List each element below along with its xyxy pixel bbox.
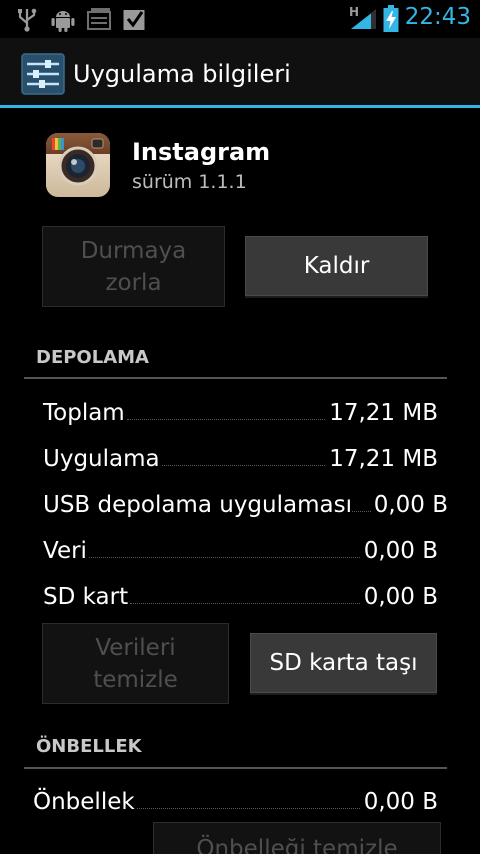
force-stop-label-line1: Durmaya — [80, 237, 187, 264]
instagram-camera-icon — [46, 133, 110, 197]
status-bar: H 22:43 — [0, 0, 480, 38]
leader-dots — [130, 603, 360, 604]
storage-row-label: USB depolama uygulaması — [43, 492, 352, 518]
storage-row-total: Toplam 17,21 MB — [43, 394, 438, 426]
cache-row-label: Önbellek — [33, 789, 135, 815]
clear-cache-button[interactable]: Önbelleği temizle — [153, 822, 441, 854]
storage-row-label: Toplam — [43, 400, 125, 426]
action-bar-accent-line — [0, 105, 480, 108]
cache-row: Önbellek 0,00 B — [33, 783, 438, 815]
gallery-icon — [87, 8, 111, 30]
uninstall-button[interactable]: Kaldır — [245, 236, 428, 296]
app-version: sürüm 1.1.1 — [132, 171, 247, 193]
leader-dots — [351, 511, 371, 512]
clock: 22:43 — [404, 4, 471, 30]
storage-row-value: 0,00 B — [363, 584, 438, 610]
force-stop-label-line2: zorla — [105, 269, 162, 296]
storage-row-sd: SD kart 0,00 B — [43, 578, 438, 610]
cache-divider — [24, 767, 447, 769]
storage-row-value: 0,00 B — [373, 492, 448, 518]
storage-row-label: Veri — [43, 538, 87, 564]
leader-dots — [161, 465, 326, 466]
storage-row-value: 17,21 MB — [329, 400, 438, 426]
clear-cache-label: Önbelleği temizle — [196, 836, 398, 854]
android-debug-icon — [51, 11, 75, 32]
action-bar: Uygulama bilgileri — [0, 38, 480, 107]
settings-sliders-icon[interactable] — [21, 53, 65, 95]
cache-section-header: ÖNBELLEK — [36, 736, 142, 757]
move-to-sd-button[interactable]: SD karta taşı — [250, 633, 437, 693]
storage-row-data: Veri 0,00 B — [43, 532, 438, 564]
storage-row-value: 0,00 B — [363, 538, 438, 564]
storage-section-header: DEPOLAMA — [36, 347, 149, 368]
checkbox-icon — [123, 10, 145, 30]
app-name: Instagram — [132, 138, 271, 166]
storage-row-value: 17,21 MB — [329, 446, 438, 472]
battery-charging-icon — [383, 5, 399, 32]
storage-row-usb: USB depolama uygulaması 0,00 B — [43, 486, 448, 518]
clear-data-button[interactable]: Verileri temizle — [42, 623, 229, 704]
page-title: Uygulama bilgileri — [73, 60, 291, 88]
usb-icon — [18, 8, 37, 32]
move-to-sd-label: SD karta taşı — [269, 650, 418, 676]
leader-dots — [136, 808, 360, 809]
leader-dots — [126, 419, 326, 420]
storage-divider — [24, 377, 447, 379]
storage-row-app: Uygulama 17,21 MB — [43, 440, 438, 472]
signal-icon — [351, 9, 376, 29]
force-stop-button[interactable]: Durmaya zorla — [42, 226, 225, 307]
storage-row-label: Uygulama — [43, 446, 160, 472]
cache-row-value: 0,00 B — [363, 789, 438, 815]
clear-data-label-line2: temizle — [93, 666, 178, 693]
leader-dots — [88, 557, 360, 558]
clear-data-label-line1: Verileri — [95, 634, 176, 661]
uninstall-label: Kaldır — [303, 253, 370, 279]
storage-row-label: SD kart — [43, 584, 129, 610]
